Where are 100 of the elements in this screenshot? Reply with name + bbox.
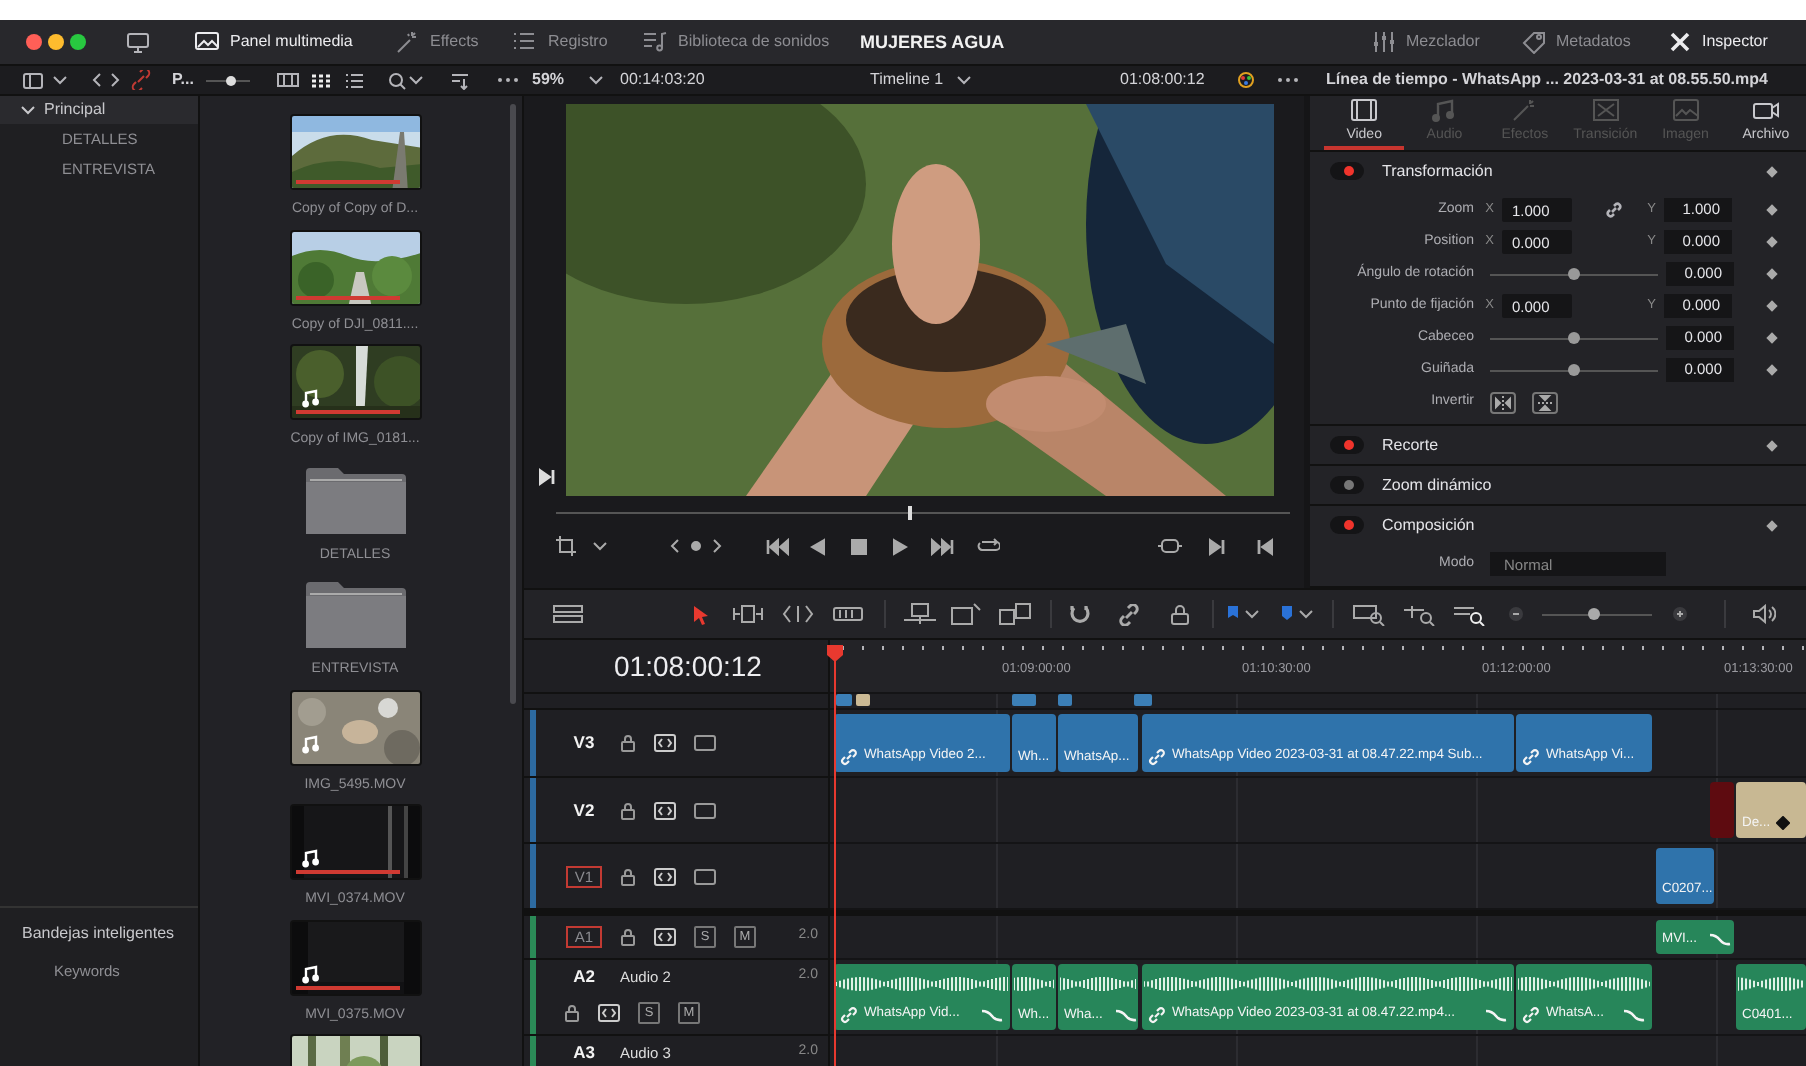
slider-handle[interactable] bbox=[1568, 268, 1580, 280]
window-minimize-button[interactable] bbox=[48, 34, 64, 50]
lock-icon[interactable] bbox=[620, 867, 636, 885]
replace-clip-icon[interactable] bbox=[998, 602, 1034, 626]
bin-item[interactable]: Principal bbox=[0, 96, 198, 124]
flag-icon[interactable] bbox=[1226, 604, 1240, 624]
curve-icon[interactable] bbox=[1114, 1008, 1138, 1023]
zoom-in-icon[interactable] bbox=[1672, 606, 1688, 622]
loop-icon[interactable] bbox=[976, 536, 1000, 556]
lock-icon[interactable] bbox=[564, 1004, 580, 1022]
list-icon[interactable] bbox=[344, 71, 364, 89]
keyframe-icon[interactable] bbox=[1766, 204, 1778, 216]
monitor-icon[interactable] bbox=[126, 31, 150, 53]
zoom-detail-icon[interactable] bbox=[1402, 603, 1436, 625]
curve-icon[interactable] bbox=[1484, 1008, 1508, 1022]
chevron-down-icon[interactable] bbox=[408, 74, 424, 86]
scrubber-handle[interactable] bbox=[908, 505, 913, 519]
zoom-custom-icon[interactable] bbox=[1452, 603, 1486, 625]
section-title[interactable]: Zoom dinámico bbox=[1382, 475, 1806, 495]
play-reverse-icon[interactable] bbox=[810, 537, 826, 555]
monitor-icon[interactable] bbox=[694, 867, 716, 885]
workspace-tab[interactable]: Effects bbox=[394, 30, 479, 54]
sync-lock-icon[interactable] bbox=[598, 1004, 620, 1022]
monitor-icon[interactable] bbox=[694, 801, 716, 819]
folder-icon[interactable] bbox=[303, 463, 407, 535]
chevron-down-icon[interactable] bbox=[20, 103, 36, 116]
match-frame-icon[interactable] bbox=[1158, 536, 1182, 556]
pointer-icon[interactable] bbox=[692, 603, 710, 625]
workspace-tab[interactable]: Panel multimedia bbox=[194, 30, 353, 54]
sync-lock-icon[interactable] bbox=[654, 801, 676, 819]
sidebar-icon[interactable] bbox=[22, 71, 44, 89]
chevron-down-icon[interactable] bbox=[1298, 608, 1314, 620]
sync-lock-icon[interactable] bbox=[654, 734, 676, 752]
lock-icon[interactable] bbox=[1170, 603, 1190, 625]
clip-thumbnail[interactable] bbox=[289, 344, 421, 420]
keyframe-icon[interactable] bbox=[1766, 332, 1778, 344]
play-to-end-icon[interactable] bbox=[538, 468, 556, 486]
keyframe-icon[interactable] bbox=[1766, 519, 1778, 531]
clip-thumbnail[interactable] bbox=[289, 919, 421, 995]
keyframe-icon[interactable] bbox=[1766, 268, 1778, 280]
lock-icon[interactable] bbox=[620, 928, 636, 946]
clip-thumbnail[interactable] bbox=[289, 229, 421, 305]
zoom-out-icon[interactable] bbox=[1508, 606, 1524, 622]
zoom-fit-icon[interactable] bbox=[1352, 603, 1386, 625]
crop-frame-icon[interactable] bbox=[556, 536, 576, 556]
workspace-tab[interactable]: Biblioteca de sonidos bbox=[642, 30, 830, 54]
stop-icon[interactable] bbox=[850, 537, 868, 555]
monitor-icon[interactable] bbox=[694, 734, 716, 752]
code-brackets-icon[interactable] bbox=[92, 72, 120, 88]
section-title[interactable]: Composición bbox=[1382, 515, 1768, 535]
trim-icon[interactable] bbox=[732, 604, 764, 624]
track-name[interactable]: A3 bbox=[566, 1042, 602, 1063]
sync-lock-icon[interactable] bbox=[654, 928, 676, 946]
flip-vertical-button[interactable] bbox=[1532, 391, 1558, 413]
section-title[interactable]: Transformación bbox=[1382, 161, 1768, 181]
curve-icon[interactable] bbox=[1622, 1008, 1646, 1022]
previous-edit-icon[interactable] bbox=[1256, 537, 1274, 555]
next-edit-icon[interactable] bbox=[1208, 537, 1226, 555]
color-wheel-icon[interactable] bbox=[1236, 70, 1256, 90]
jog-icon[interactable] bbox=[670, 538, 722, 554]
track-name[interactable]: A2 bbox=[566, 966, 602, 987]
keyframe-icon[interactable] bbox=[1766, 300, 1778, 312]
workspace-tab[interactable]: Inspector bbox=[1668, 30, 1768, 54]
play-icon[interactable] bbox=[892, 537, 908, 555]
section-title[interactable]: Recorte bbox=[1382, 435, 1768, 455]
link-icon[interactable] bbox=[1604, 200, 1624, 220]
link-broken-icon[interactable] bbox=[130, 70, 152, 90]
insert-clip-icon[interactable] bbox=[902, 602, 938, 626]
playhead[interactable] bbox=[826, 644, 844, 1066]
track-name[interactable]: V2 bbox=[566, 799, 602, 821]
folder-icon[interactable] bbox=[303, 578, 407, 650]
keyframe-icon[interactable] bbox=[1776, 816, 1791, 831]
toggle-switch[interactable] bbox=[1330, 162, 1364, 180]
search-icon[interactable] bbox=[388, 71, 406, 89]
window-close-button[interactable] bbox=[26, 34, 42, 50]
jump-to-end-icon[interactable] bbox=[930, 537, 954, 555]
timeline-marker[interactable] bbox=[1012, 694, 1036, 706]
toggle-switch[interactable] bbox=[1330, 476, 1364, 494]
link-icon[interactable] bbox=[1118, 603, 1140, 625]
slider-handle[interactable] bbox=[1588, 607, 1601, 619]
slider-handle[interactable] bbox=[1568, 364, 1580, 376]
workspace-tab[interactable]: Mezclador bbox=[1372, 30, 1480, 54]
timeline-marker[interactable] bbox=[1058, 694, 1072, 706]
speaker-icon[interactable] bbox=[1752, 604, 1776, 624]
jump-to-start-icon[interactable] bbox=[766, 537, 790, 555]
clip-thumbnail[interactable] bbox=[289, 114, 421, 190]
toggle-switch[interactable] bbox=[1330, 436, 1364, 454]
marker-icon[interactable] bbox=[1280, 604, 1294, 624]
timeline-marker[interactable] bbox=[836, 694, 852, 706]
scrollbar[interactable] bbox=[510, 104, 516, 704]
chevron-down-icon[interactable] bbox=[1244, 608, 1260, 620]
lock-icon[interactable] bbox=[620, 734, 636, 752]
curve-icon[interactable] bbox=[1708, 932, 1733, 947]
sort-icon[interactable] bbox=[450, 71, 470, 89]
sync-lock-icon[interactable] bbox=[654, 867, 676, 885]
chevron-down-icon[interactable] bbox=[588, 74, 604, 86]
keyframe-icon[interactable] bbox=[1766, 364, 1778, 376]
more-icon[interactable] bbox=[1276, 76, 1300, 84]
snap-icon[interactable] bbox=[1068, 603, 1090, 625]
timeline-marker[interactable] bbox=[856, 694, 870, 706]
